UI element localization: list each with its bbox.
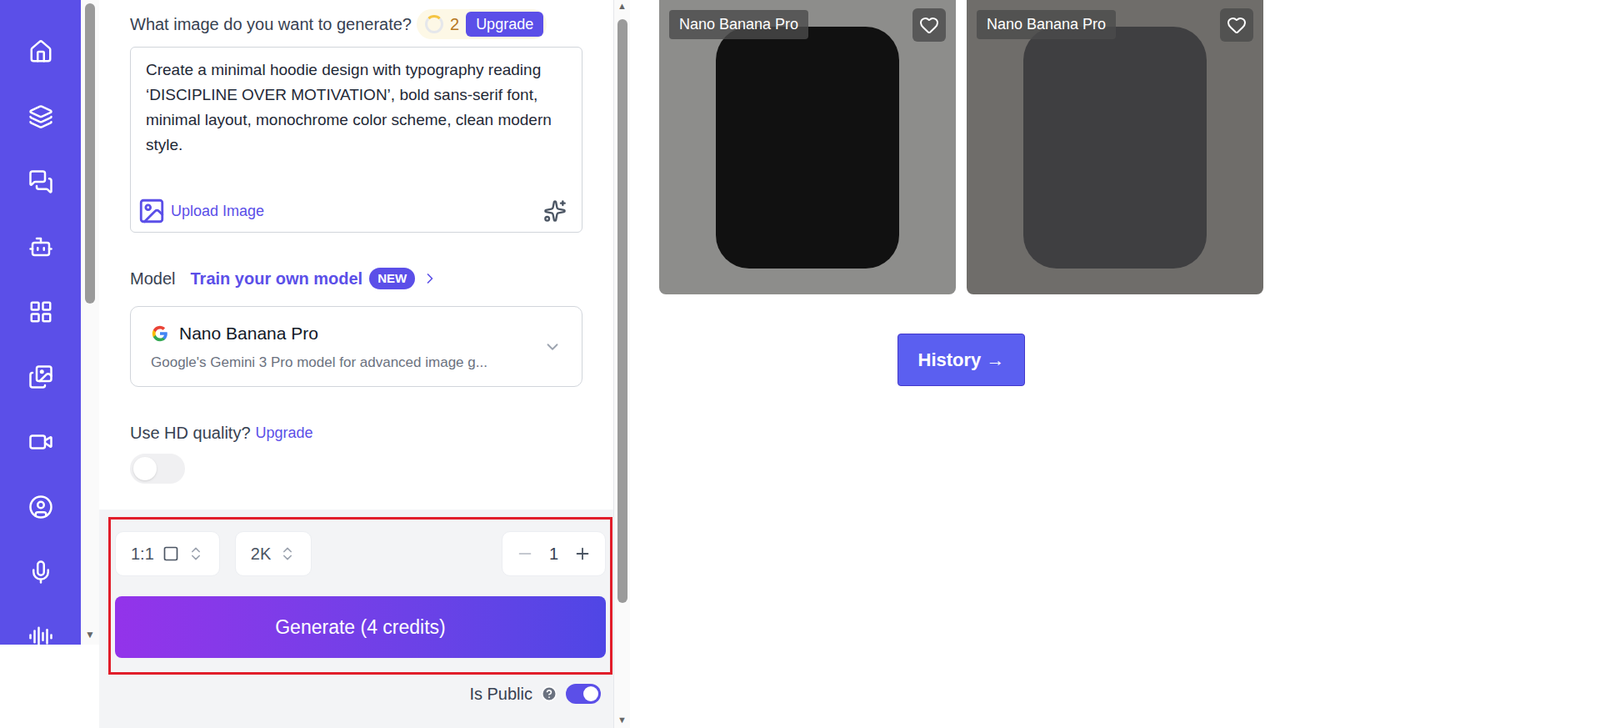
textarea-footer: Upload Image [137,196,567,225]
generated-photo [659,0,956,295]
prompt-label: What image do you want to generate? [130,11,412,37]
sidebar-item[interactable] [24,623,58,645]
heart-icon [919,15,940,35]
layers-icon [28,104,54,130]
credits-spinner-icon [425,15,444,34]
app: ▼What image do you want to generate?2Upg… [0,0,1600,728]
scroll-thumb [617,19,628,603]
scroll-thumb [85,3,95,304]
upload-image-button[interactable]: Upload Image [137,196,265,225]
image-icon [137,196,166,225]
hd-upgrade-link[interactable]: Upgrade [255,421,314,445]
history-button[interactable]: History → [897,333,1026,386]
sidebar-column [0,0,81,728]
square-icon [162,545,180,562]
aspect-select[interactable]: 1:1 [115,530,220,576]
controls-row: 1:1 2K 1 [115,530,606,576]
model-select[interactable]: Nano Banana Pro Google's Gemini 3 Pro mod… [130,305,583,387]
scroll-down-arrow-icon[interactable]: ▼ [85,629,95,645]
count-stepper: 1 [501,530,606,576]
credits-badge: 2Upgrade [416,9,547,40]
images-icon [28,364,54,390]
sidebar-item[interactable] [24,168,58,195]
model-label: Model [130,265,175,291]
google-logo-icon [150,324,170,343]
chevron-down-icon [543,337,562,356]
video-icon [28,429,54,455]
mic-icon [28,559,54,585]
model-tag: Nano Banana Pro [976,10,1116,40]
gallery-card[interactable]: Nano Banana Pro [966,0,1264,295]
model-name: Nano Banana Pro [179,320,319,347]
sidebar-item[interactable] [24,38,58,65]
audio-wave-icon [28,624,54,645]
hd-label: Use HD quality? [130,420,251,445]
upgrade-button[interactable]: Upgrade [465,11,544,37]
apps-icon [28,299,54,325]
results-area: Nano Banana Pro Nano Banana Pro History → [630,0,1600,728]
sidebar-item[interactable] [24,103,58,130]
home-icon [28,39,54,65]
like-button[interactable] [1220,8,1254,42]
gallery: Nano Banana Pro Nano Banana Pro [659,0,1600,295]
hd-row: Use HD quality?Upgrade [130,420,583,445]
sidebar-item[interactable] [24,558,58,585]
sidebar [0,0,81,645]
public-toggle[interactable] [565,683,601,704]
plus-icon[interactable] [573,544,592,563]
sidebar-item[interactable] [24,233,58,260]
chevrons-up-down-icon [279,545,296,562]
sidebar-item[interactable] [24,363,58,390]
chevron-right-icon [421,270,439,287]
sidebar-item[interactable] [24,298,58,325]
resolution-select[interactable]: 2K [235,530,312,576]
help-icon[interactable] [540,685,558,702]
like-button[interactable] [912,8,946,42]
enhance-sparkles-icon[interactable] [543,199,567,223]
panel-scrollbar: ▲▼ [613,0,630,728]
chat-icon [28,169,54,195]
form-bottom: 1:1 2K 1 Generate (4 credits) Is Public [99,509,614,728]
form-panel: What image do you want to generate?2Upgr… [99,0,614,728]
form-top: What image do you want to generate?2Upgr… [99,0,614,510]
count-value: 1 [549,540,559,566]
train-model-link[interactable]: Train your own modelNEW [190,265,439,291]
prompt-text: Create a minimal hoodie design with typo… [145,57,567,158]
user-icon [28,494,54,520]
public-label: Is Public [469,680,533,706]
heart-icon [1226,15,1247,35]
toggle-knob [583,685,599,701]
sidebar-item[interactable] [24,493,58,520]
credits-count: 2 [450,11,460,37]
hd-toggle[interactable] [130,453,185,484]
generate-box: 1:1 2K 1 Generate (4 credits) [108,516,613,675]
generate-button[interactable]: Generate (4 credits) [115,595,606,658]
model-tag: Nano Banana Pro [669,10,809,40]
model-description: Google's Gemini 3 Pro model for advanced… [150,351,544,374]
model-row: Model Train your own modelNEW [130,265,583,291]
chevrons-up-down-icon [187,545,205,562]
gallery-card[interactable]: Nano Banana Pro [659,0,956,295]
prompt-label-row: What image do you want to generate?2Upgr… [130,10,583,39]
prompt-textarea[interactable]: Create a minimal hoodie design with typo… [130,46,583,233]
toggle-knob [133,456,157,480]
new-badge: NEW [369,267,415,290]
minus-icon[interactable] [515,544,535,563]
sidebar-item[interactable] [24,428,58,455]
generated-photo [966,0,1264,295]
sidebar-scrollbar: ▼ [80,0,100,645]
public-row: Is Public [108,680,613,706]
bot-icon [28,234,54,260]
